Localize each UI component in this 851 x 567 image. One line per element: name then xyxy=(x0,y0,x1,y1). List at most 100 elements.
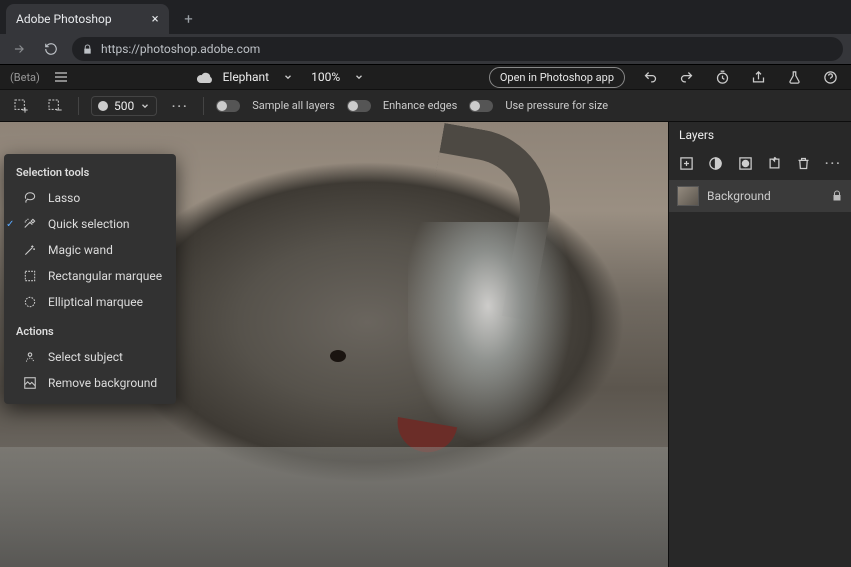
add-layer-icon xyxy=(679,156,694,171)
canvas-area[interactable]: Selection tools Lasso ✓ Quick selection … xyxy=(0,122,668,567)
layer-name: Background xyxy=(707,189,823,203)
dots-icon: ··· xyxy=(825,156,842,170)
popup-section-selection: Selection tools xyxy=(4,162,176,185)
separator xyxy=(78,97,79,115)
magic-wand-icon xyxy=(22,242,38,258)
arrow-right-icon xyxy=(12,42,26,56)
sample-all-layers-toggle[interactable] xyxy=(216,100,240,112)
tool-label: Quick selection xyxy=(48,217,130,231)
share-icon xyxy=(751,70,766,85)
tool-label: Rectangular marquee xyxy=(48,269,162,283)
delete-layer-button[interactable] xyxy=(794,152,813,174)
enhance-edges-toggle[interactable] xyxy=(347,100,371,112)
action-select-subject[interactable]: Select subject xyxy=(4,344,176,370)
redo-button[interactable] xyxy=(675,66,697,88)
document-name[interactable]: Elephant xyxy=(223,70,270,84)
help-button[interactable] xyxy=(819,66,841,88)
brush-size-value: 500 xyxy=(114,99,134,113)
tool-label: Elliptical marquee xyxy=(48,295,143,309)
check-icon: ✓ xyxy=(6,219,16,230)
subtract-selection-button[interactable] xyxy=(44,95,66,117)
menu-button[interactable] xyxy=(50,66,72,88)
use-pressure-toggle[interactable] xyxy=(469,100,493,112)
reload-icon xyxy=(44,42,58,56)
layer-row[interactable]: Background xyxy=(669,180,851,212)
layer-toolbar: ··· xyxy=(669,148,851,178)
new-tab-button[interactable]: + xyxy=(175,5,203,33)
layer-thumbnail xyxy=(677,186,699,206)
chevron-down-icon[interactable] xyxy=(354,72,364,82)
action-label: Remove background xyxy=(48,376,157,390)
beta-label: (Beta) xyxy=(10,71,40,84)
trash-icon xyxy=(796,156,811,171)
redo-icon xyxy=(679,70,694,85)
ellipse-marquee-icon xyxy=(22,294,38,310)
undo-icon xyxy=(643,70,658,85)
add-layer-button[interactable] xyxy=(677,152,696,174)
action-label: Select subject xyxy=(48,350,123,364)
layers-panel: Layers ··· Background xyxy=(668,122,851,567)
add-selection-icon xyxy=(13,98,29,114)
timer-icon xyxy=(715,70,730,85)
tool-label: Lasso xyxy=(48,191,80,205)
chevron-down-icon xyxy=(140,101,150,111)
layers-title: Layers xyxy=(669,122,851,148)
dots-icon: ··· xyxy=(172,99,189,113)
workspace: Selection tools Lasso ✓ Quick selection … xyxy=(0,122,851,567)
quick-selection-icon xyxy=(22,216,38,232)
more-options-button[interactable]: ··· xyxy=(169,95,191,117)
more-layers-button[interactable]: ··· xyxy=(824,152,843,174)
adjustment-layer-button[interactable] xyxy=(706,152,725,174)
open-in-app-button[interactable]: Open in Photoshop app xyxy=(489,67,625,88)
lock-icon[interactable] xyxy=(831,190,843,202)
selection-tools-popup: Selection tools Lasso ✓ Quick selection … xyxy=(4,154,176,404)
enhance-edges-label: Enhance edges xyxy=(383,99,458,112)
app-header: (Beta) Elephant 100% Open in Photoshop a… xyxy=(0,64,851,90)
plus-icon: + xyxy=(184,10,193,28)
select-subject-icon xyxy=(22,349,38,365)
lasso-icon xyxy=(22,190,38,206)
lock-icon xyxy=(82,44,93,55)
tool-rectangular-marquee[interactable]: Rectangular marquee xyxy=(4,263,176,289)
share-button[interactable] xyxy=(747,66,769,88)
tool-label: Magic wand xyxy=(48,243,113,257)
adjustment-icon xyxy=(708,156,723,171)
popup-section-actions: Actions xyxy=(4,321,176,344)
browser-address-bar: https://photoshop.adobe.com xyxy=(0,34,851,64)
brush-size-control[interactable]: 500 xyxy=(91,96,157,116)
reload-button[interactable] xyxy=(40,38,62,60)
tool-magic-wand[interactable]: Magic wand xyxy=(4,237,176,263)
tool-lasso[interactable]: Lasso xyxy=(4,185,176,211)
sample-all-layers-label: Sample all layers xyxy=(252,99,335,112)
mask-button[interactable] xyxy=(736,152,755,174)
tool-elliptical-marquee[interactable]: Elliptical marquee xyxy=(4,289,176,315)
help-icon xyxy=(823,70,838,85)
options-bar: 500 ··· Sample all layers Enhance edges … xyxy=(0,90,851,122)
mask-icon xyxy=(738,156,753,171)
close-tab-icon[interactable]: × xyxy=(152,12,159,27)
zoom-level[interactable]: 100% xyxy=(311,70,340,84)
brush-dot-icon xyxy=(98,101,108,111)
add-selection-button[interactable] xyxy=(10,95,32,117)
url-text: https://photoshop.adobe.com xyxy=(101,42,260,56)
chevron-down-icon[interactable] xyxy=(283,72,293,82)
subtract-selection-icon xyxy=(47,98,63,114)
tab-title: Adobe Photoshop xyxy=(16,12,112,26)
remove-bg-icon xyxy=(22,375,38,391)
clip-button[interactable] xyxy=(765,152,784,174)
undo-button[interactable] xyxy=(639,66,661,88)
browser-tab-strip: Adobe Photoshop × + xyxy=(0,0,851,34)
timer-button[interactable] xyxy=(711,66,733,88)
separator xyxy=(203,97,204,115)
rect-marquee-icon xyxy=(22,268,38,284)
forward-button[interactable] xyxy=(8,38,30,60)
browser-tab[interactable]: Adobe Photoshop × xyxy=(6,4,169,34)
use-pressure-label: Use pressure for size xyxy=(505,99,608,112)
lab-button[interactable] xyxy=(783,66,805,88)
clip-icon xyxy=(767,156,782,171)
tool-quick-selection[interactable]: ✓ Quick selection xyxy=(4,211,176,237)
flask-icon xyxy=(787,70,802,85)
hamburger-icon xyxy=(53,69,69,85)
url-input[interactable]: https://photoshop.adobe.com xyxy=(72,37,843,61)
action-remove-background[interactable]: Remove background xyxy=(4,370,176,396)
